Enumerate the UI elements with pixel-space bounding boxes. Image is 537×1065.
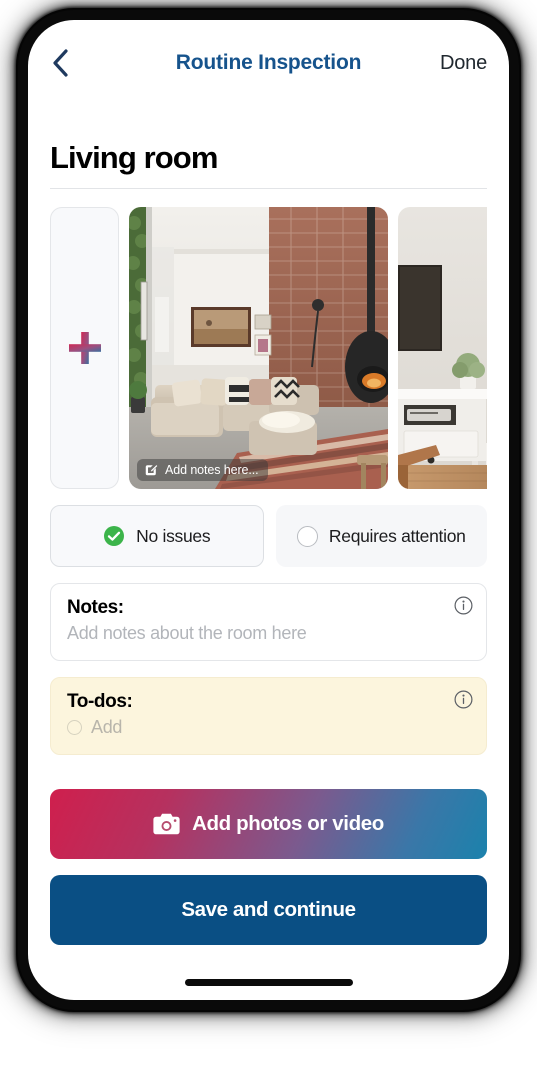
navigation-bar: Routine Inspection Done (28, 20, 509, 106)
photo-note-label: Add notes here... (165, 463, 259, 477)
save-label: Save and continue (181, 898, 356, 921)
camera-icon (153, 813, 180, 835)
photo-living-room (129, 207, 388, 489)
back-button[interactable] (50, 43, 84, 83)
save-and-continue-button[interactable]: Save and continue (50, 875, 487, 945)
add-photo-tile[interactable] (50, 207, 119, 489)
add-photos-label: Add photos or video (192, 812, 384, 835)
done-button[interactable]: Done (440, 52, 487, 75)
todo-add-row[interactable]: Add (67, 717, 470, 738)
title-divider (50, 188, 487, 189)
status-option-label: Requires attention (328, 525, 466, 546)
check-circle-icon (103, 525, 125, 547)
add-photos-button[interactable]: Add photos or video (50, 789, 487, 859)
todo-add-label: Add (91, 717, 123, 737)
photo-strip[interactable]: Add notes here... (50, 207, 487, 489)
photo-thumbnail[interactable]: Add notes here... (129, 207, 388, 489)
action-buttons: Add photos or video Save and continue (50, 789, 487, 945)
content-area: Living room Add notes here... No issues … (28, 106, 509, 945)
notes-placeholder: Add notes about the room here (67, 623, 307, 643)
todos-label: To-dos: (67, 691, 133, 712)
info-icon[interactable] (454, 690, 473, 709)
info-icon[interactable] (454, 596, 473, 615)
status-option-requires-attention[interactable]: Requires attention (275, 505, 487, 567)
room-title: Living room (50, 140, 218, 175)
photo-tv-console (398, 207, 487, 489)
empty-circle-icon (296, 525, 318, 547)
chevron-left-icon (50, 47, 70, 79)
notes-field[interactable]: Notes: Add notes about the room here (50, 583, 487, 661)
photo-note-button[interactable]: Add notes here... (137, 459, 268, 481)
home-indicator (184, 979, 353, 986)
phone-screen: Routine Inspection Done Living room Add … (28, 20, 509, 1000)
photo-thumbnail[interactable] (398, 207, 487, 489)
edit-note-icon (144, 463, 158, 477)
todo-checkbox-icon[interactable] (67, 720, 82, 735)
plus-icon (68, 331, 102, 365)
notes-label: Notes: (67, 597, 124, 618)
status-option-no-issues[interactable]: No issues (50, 505, 264, 567)
todos-field[interactable]: To-dos: Add (50, 677, 487, 755)
page-title: Routine Inspection (175, 51, 362, 74)
status-option-label: No issues (136, 525, 211, 546)
status-selector: No issues Requires attention (50, 505, 487, 567)
